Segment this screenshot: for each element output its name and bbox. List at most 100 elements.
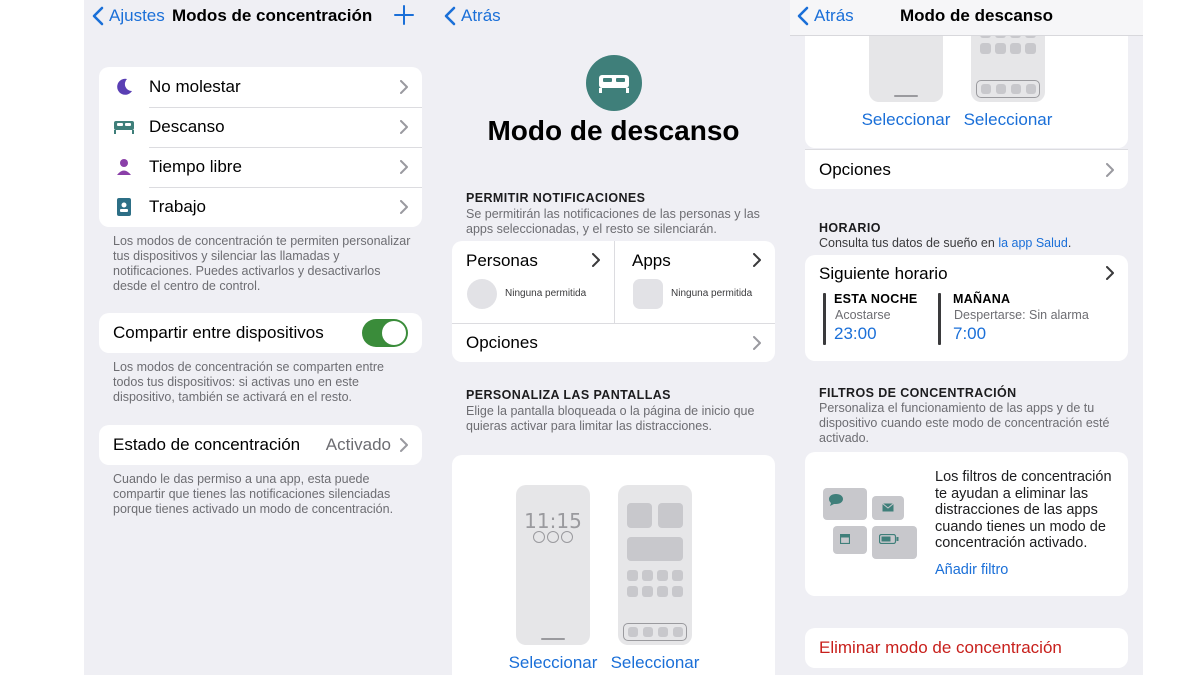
schedule-description: Consulta tus datos de sueño en la app Sa… — [819, 236, 1129, 251]
morning-bar — [938, 293, 941, 345]
select-lock-button[interactable]: Seleccionar — [503, 653, 603, 673]
schedule-card: Siguiente horario ESTA NOCHE Acostarse 2… — [805, 255, 1128, 361]
apps-label: Apps — [632, 251, 671, 270]
health-app-link[interactable]: la app Salud — [998, 236, 1068, 250]
page-title: Modo de descanso — [487, 115, 740, 146]
chevron-left-icon — [444, 6, 456, 26]
lock-time: 11:15 — [524, 509, 582, 533]
options-label: Opciones — [819, 160, 891, 179]
screens-header: PERSONALIZA LAS PANTALLAS — [466, 388, 671, 402]
schedule-period: . — [1067, 236, 1072, 250]
chevron-right-icon — [400, 80, 408, 94]
home-indicator — [541, 638, 565, 640]
share-toggle[interactable] — [362, 319, 408, 347]
back-button[interactable]: Atrás — [797, 6, 854, 26]
focus-modes-screen: Ajustes Modos de concentración No molest… — [84, 0, 437, 675]
back-button[interactable]: Atrás — [444, 6, 501, 26]
allow-header: PERMITIR NOTIFICACIONES — [466, 191, 646, 205]
next-schedule-label: Siguiente horario — [819, 264, 948, 283]
status-footer: Cuando le das permiso a una app, esta pu… — [113, 472, 394, 516]
mode-label: Tiempo libre — [149, 157, 242, 176]
filters-description: Personaliza el funcionamiento de las app… — [819, 401, 1110, 445]
morning-title: MAÑANA — [953, 292, 1011, 306]
add-icon[interactable] — [393, 4, 415, 26]
options-row[interactable]: Opciones — [805, 149, 1128, 189]
dock — [976, 80, 1040, 98]
delete-mode-button[interactable]: Eliminar modo de concentración — [805, 628, 1128, 668]
filters-card-text: Los filtros de concentración te ayudan a… — [935, 469, 1112, 551]
people-cell[interactable]: Personas Ninguna permitida — [452, 241, 614, 323]
add-filter-button[interactable]: Añadir filtro — [935, 562, 1008, 578]
status-value: Activado — [325, 435, 391, 454]
nav-bar: Atrás Modo de descanso — [790, 0, 1143, 36]
calendar-app-icon — [833, 526, 867, 554]
people-sub: Ninguna permitida — [505, 288, 587, 299]
share-label: Compartir entre dispositivos — [113, 323, 324, 342]
allow-card: Personas Ninguna permitida Apps Ninguna … — [452, 241, 775, 362]
chevron-left-icon — [92, 6, 104, 26]
screens-card: 11:15 Seleccionar Seleccionar — [452, 455, 775, 675]
back-button[interactable]: Ajustes — [92, 6, 165, 26]
tonight-time[interactable]: 23:00 — [834, 324, 877, 344]
chevron-right-icon — [1106, 266, 1114, 280]
bed-icon — [99, 119, 149, 135]
filters-header: FILTROS DE CONCENTRACIÓN — [819, 386, 1017, 400]
schedule-header: HORARIO — [819, 221, 881, 235]
sleep-mode-screen: Atrás Modo de descanso PERMITIR NOTIFICA… — [437, 0, 790, 675]
home-indicator — [894, 95, 918, 97]
allow-description: Se permitirán las notificaciones de las … — [466, 207, 760, 236]
page-title: Modo de descanso — [900, 6, 1054, 25]
people-label: Personas — [466, 251, 538, 270]
mode-item-no-molestar[interactable]: No molestar — [99, 67, 422, 107]
back-label: Atrás — [461, 6, 501, 25]
options-label: Opciones — [466, 333, 538, 352]
app-placeholder-icon — [633, 279, 663, 309]
home-screen-preview[interactable] — [618, 485, 692, 645]
morning-time[interactable]: 7:00 — [953, 324, 986, 344]
message-app-icon — [823, 488, 867, 520]
tonight-sub: Acostarse — [835, 308, 891, 322]
chevron-right-icon — [592, 253, 600, 267]
battery-widget-icon — [872, 526, 917, 559]
tonight-bar — [823, 293, 826, 345]
modes-list: No molestar Descanso Tiempo libre Trabaj… — [99, 67, 422, 227]
back-label: Atrás — [814, 6, 854, 25]
select-home-button[interactable]: Seleccionar — [958, 110, 1058, 130]
mode-item-trabajo[interactable]: Trabajo — [99, 187, 422, 227]
modes-footer: Los modos de concentración te permiten p… — [113, 234, 411, 293]
chevron-right-icon — [400, 200, 408, 214]
lock-screen-preview[interactable]: 11:15 — [516, 485, 590, 645]
delete-label: Eliminar modo de concentración — [819, 638, 1062, 657]
sleep-mode-settings-screen: Seleccionar Seleccionar Atrás Modo de de… — [790, 0, 1143, 675]
filters-card: Los filtros de concentración te ayudan a… — [805, 452, 1128, 596]
status-label: Estado de concentración — [113, 435, 301, 454]
badge-icon — [99, 198, 149, 216]
chevron-right-icon — [1106, 163, 1114, 177]
share-footer: Los modos de concentración se comparten … — [113, 360, 384, 404]
chevron-right-icon — [400, 438, 408, 452]
focus-status-row[interactable]: Estado de concentración Activado — [99, 425, 422, 465]
next-schedule-row[interactable]: Siguiente horario — [805, 255, 1128, 291]
share-devices-row: Compartir entre dispositivos — [99, 313, 422, 353]
schedule-desc-text: Consulta tus datos de sueño en — [819, 236, 995, 250]
select-home-button[interactable]: Seleccionar — [605, 653, 705, 673]
chevron-right-icon — [400, 120, 408, 134]
mode-item-tiempo-libre[interactable]: Tiempo libre — [99, 147, 422, 187]
chevron-left-icon — [797, 6, 809, 26]
tonight-title: ESTA NOCHE — [834, 292, 918, 306]
back-label: Ajustes — [109, 6, 165, 25]
select-lock-button[interactable]: Seleccionar — [856, 110, 956, 130]
nav-bar: Ajustes Modos de concentración — [84, 0, 437, 34]
apps-cell[interactable]: Apps Ninguna permitida — [615, 241, 775, 323]
chevron-right-icon — [753, 253, 761, 267]
person-icon — [99, 158, 149, 176]
bed-icon — [586, 55, 642, 111]
screens-description: Elige la pantalla bloqueada o la página … — [466, 404, 755, 433]
mode-label: No molestar — [149, 77, 241, 96]
mode-label: Trabajo — [149, 197, 207, 216]
chevron-right-icon — [753, 336, 761, 350]
moon-icon — [99, 77, 149, 97]
options-row[interactable]: Opciones — [452, 324, 775, 362]
person-placeholder-icon — [467, 279, 497, 309]
mode-item-descanso[interactable]: Descanso — [99, 107, 422, 147]
